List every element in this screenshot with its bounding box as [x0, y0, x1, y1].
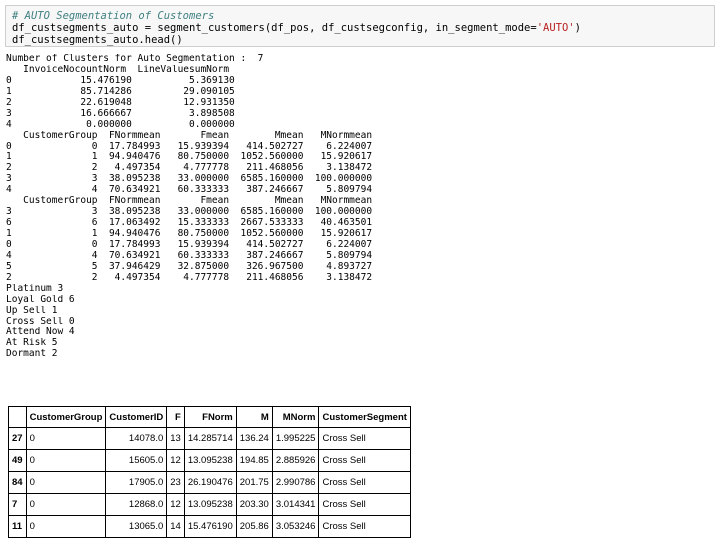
- output-line: 4 4 70.634921 60.333333 387.246667 5.809…: [6, 185, 373, 196]
- table-cell: 3.014341: [271, 493, 320, 516]
- table-cell: 13: [166, 427, 185, 450]
- table-cell: 14078.0: [105, 427, 168, 450]
- table-cell: 205.86: [235, 515, 273, 538]
- output-line: 2 22.619048 12.931350: [6, 97, 235, 108]
- table-cell: 17905.0: [105, 471, 168, 494]
- output-line: Dormant 2: [6, 349, 58, 360]
- output-line: 5 5 37.946429 32.875000 326.967500 4.893…: [6, 261, 373, 272]
- table-cell: 15605.0: [105, 449, 168, 472]
- output-line: Up Sell 1: [6, 305, 58, 316]
- table-cell: 15.476190: [183, 515, 237, 538]
- table-cell: 23: [166, 471, 185, 494]
- table-cell: 0: [25, 515, 107, 538]
- table-cell: Cross Sell: [318, 449, 411, 472]
- table-cell: 0: [25, 471, 107, 494]
- row-index: 11: [8, 515, 27, 538]
- table-cell: 194.85: [235, 449, 273, 472]
- table-row: 84 0 17905.0 23 26.190476 201.75 2.990786 Cross…: [8, 471, 411, 494]
- column-header: CustomerSegment: [318, 406, 411, 428]
- column-header: CustomerID: [105, 406, 168, 428]
- table-cell: 26.190476: [183, 471, 237, 494]
- table-cell: Cross Sell: [318, 427, 411, 450]
- table-cell: 136.24: [235, 427, 273, 450]
- code-string-literal: 'AUTO': [536, 22, 575, 34]
- table-cell: 13.095238: [183, 493, 237, 516]
- code-line-3: df_custsegments_auto.head(): [12, 34, 183, 46]
- code-close-paren: ): [574, 22, 581, 34]
- table-cell: 12: [166, 493, 185, 516]
- code-line-1: # AUTO Segmentation of Customers: [12, 10, 714, 22]
- table-cell: 14: [166, 515, 185, 538]
- code-input-cell[interactable]: # AUTO Segmentation of Customers df_cust…: [5, 5, 715, 47]
- column-header: CustomerGroup: [25, 406, 107, 428]
- table-cell: 203.30: [235, 493, 273, 516]
- table-header-row: CustomerGroup CustomerID F FNorm M MNorm Custo…: [8, 406, 411, 428]
- code-call: df_custsegments_auto = segment_customers…: [12, 22, 537, 34]
- cell-output: Number of Clusters for Auto Segmentation…: [6, 54, 714, 360]
- table-row: 11 0 13065.0 14 15.476190 205.86 3.053246 Cross…: [8, 515, 411, 538]
- output-line: Cross Sell 0: [6, 316, 75, 327]
- table-row: 7 0 12868.0 12 13.095238 203.30 3.014341 Cross …: [8, 493, 411, 516]
- row-index: 27: [8, 427, 27, 450]
- output-line: 2 2 4.497354 4.777778 211.468056 3.13847…: [6, 163, 373, 174]
- table-cell: 12868.0: [105, 493, 168, 516]
- output-line: 0 15.476190 5.369130: [6, 75, 235, 86]
- table-cell: 3.053246: [271, 515, 320, 538]
- table-cell: 0: [25, 493, 107, 516]
- output-line: 3 16.666667 3.898508: [6, 108, 235, 119]
- table-cell: Cross Sell: [318, 493, 411, 516]
- table-cell: Cross Sell: [318, 515, 411, 538]
- output-line: Platinum 3: [6, 283, 64, 294]
- output-line: 6 6 17.063492 15.333333 2667.533333 40.4…: [6, 218, 373, 229]
- row-index: 84: [8, 471, 27, 494]
- table-cell: 0: [25, 427, 107, 450]
- output-line: 4 0.000000 0.000000: [6, 119, 235, 130]
- table-cell: 13.095238: [183, 449, 237, 472]
- output-line: 3 3 38.095238 33.000000 6585.160000 100.…: [6, 207, 373, 218]
- table-cell: 1.995225: [271, 427, 320, 450]
- table-cell: Cross Sell: [318, 471, 411, 494]
- table-row: 49 0 15605.0 12 13.095238 194.85 2.885926 Cross…: [8, 449, 411, 472]
- table-cell: 12: [166, 449, 185, 472]
- output-line: Number of Clusters for Auto Segmentation…: [6, 54, 264, 64]
- output-line: 3 3 38.095238 33.000000 6585.160000 100.…: [6, 174, 373, 185]
- table-cell: 2.990786: [271, 471, 320, 494]
- output-line: 0 0 17.784993 15.939394 414.502727 6.224…: [6, 239, 373, 250]
- output-line: Attend Now 4: [6, 327, 75, 338]
- column-header: FNorm: [183, 406, 237, 428]
- output-line: 1 1 94.940476 80.750000 1052.560000 15.9…: [6, 229, 373, 239]
- code-comment: # AUTO Segmentation of Customers: [12, 10, 215, 22]
- row-index: 7: [8, 493, 27, 516]
- output-line: Loyal Gold 6: [6, 294, 75, 305]
- output-line: 1 1 94.940476 80.750000 1052.560000 15.9…: [6, 152, 373, 163]
- output-line: 1 85.714286 29.090105: [6, 86, 235, 97]
- table-cell: 13065.0: [105, 515, 168, 538]
- table-cell: 14.285714: [183, 427, 237, 450]
- table-cell: 201.75: [235, 471, 273, 494]
- table-cell: 0: [25, 449, 107, 472]
- code-line-2: df_custsegments_auto = segment_customers…: [12, 22, 714, 34]
- index-header: [8, 406, 27, 428]
- table-row: 27 0 14078.0 13 14.285714 136.24 1.995225 Cross…: [8, 427, 411, 450]
- dataframe-table: CustomerGroup CustomerID F FNorm M MNorm Custo…: [8, 406, 411, 538]
- output-line: 4 4 70.634921 60.333333 387.246667 5.809…: [6, 250, 373, 261]
- output-line: InvoiceNocountNorm LineValuesumNorm: [6, 64, 230, 75]
- output-line: 2 2 4.497354 4.777778 211.468056 3.13847…: [6, 272, 373, 283]
- column-header: F: [166, 406, 185, 428]
- column-header: MNorm: [271, 406, 320, 428]
- table-cell: 2.885926: [271, 449, 320, 472]
- output-line: 0 0 17.784993 15.939394 414.502727 6.224…: [6, 141, 373, 152]
- row-index: 49: [8, 449, 27, 472]
- output-line: At Risk 5: [6, 338, 58, 349]
- output-line: CustomerGroup FNormmean Fmean Mmean MNor…: [6, 196, 373, 207]
- output-line: CustomerGroup FNormmean Fmean Mmean MNor…: [6, 130, 373, 141]
- column-header: M: [235, 406, 273, 428]
